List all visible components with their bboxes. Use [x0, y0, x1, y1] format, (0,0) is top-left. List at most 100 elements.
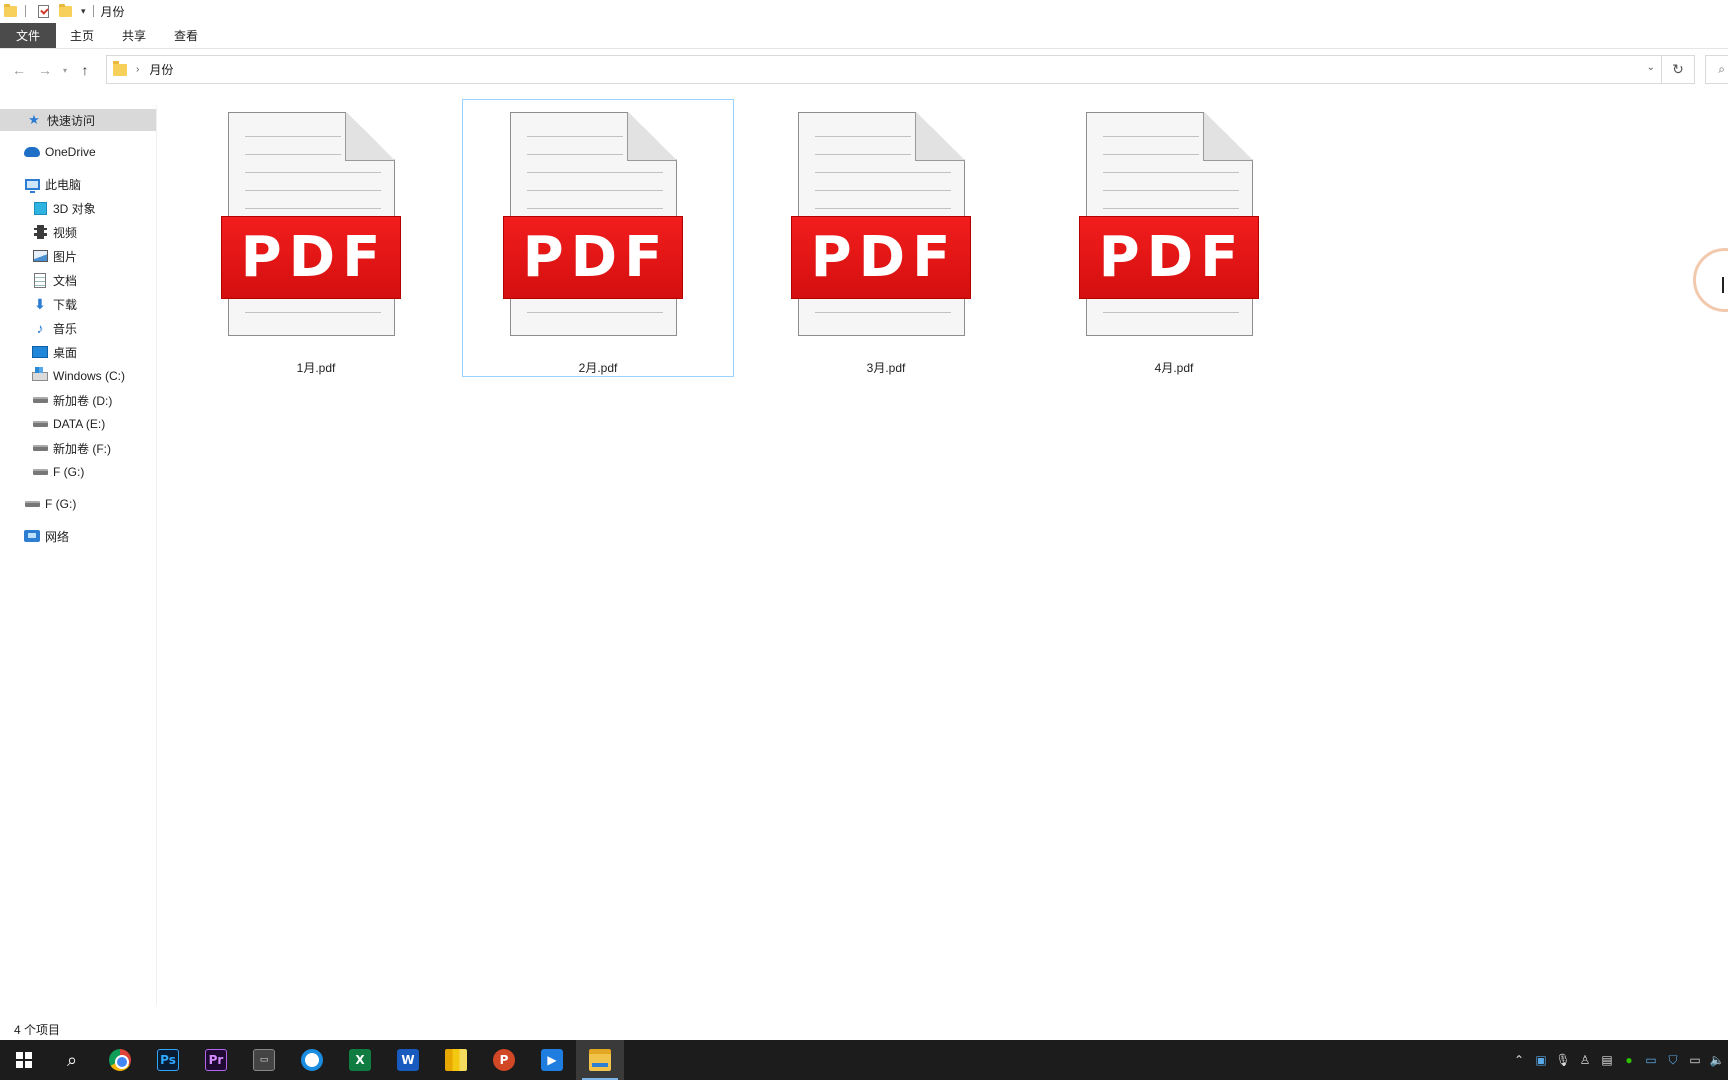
meeting-icon[interactable]: ▶: [528, 1040, 576, 1080]
file-name: 3月.pdf: [866, 361, 906, 375]
excel-icon[interactable]: X: [336, 1040, 384, 1080]
customize-quick-access-dropdown-icon[interactable]: ▾: [81, 6, 86, 17]
sidebar-item-drive-d[interactable]: 新加卷 (D:): [0, 389, 156, 411]
pdf-badge: PDF: [503, 216, 683, 299]
sidebar-item-onedrive[interactable]: OneDrive: [0, 141, 156, 163]
sidebar-item-downloads[interactable]: ⬇ 下载: [0, 293, 156, 315]
sidebar-item-label: 3D 对象: [53, 201, 96, 216]
sidebar-item-documents[interactable]: 文档: [0, 269, 156, 291]
sidebar-item-3d-objects[interactable]: 3D 对象: [0, 197, 156, 219]
tab-file[interactable]: 文件: [0, 23, 57, 48]
sidebar-item-label: 网络: [45, 529, 70, 544]
network-icon: [24, 528, 40, 544]
cloud-icon: [24, 144, 40, 160]
separator: [25, 5, 26, 17]
tab-share[interactable]: 共享: [108, 23, 160, 48]
show-hidden-icons-chevron-icon[interactable]: ⌃: [1508, 1040, 1530, 1080]
powerpoint-icon[interactable]: P: [480, 1040, 528, 1080]
security-shield-icon[interactable]: ⛉: [1662, 1040, 1684, 1080]
folder-icon: [2, 3, 18, 19]
breadcrumb-current[interactable]: 月份: [149, 61, 173, 78]
system-drive-icon: [32, 366, 48, 384]
pdf-file-icon: PDF: [503, 112, 683, 338]
sidebar-item-drive-g[interactable]: F (G:): [0, 461, 156, 483]
word-icon[interactable]: W: [384, 1040, 432, 1080]
network-status-icon[interactable]: ▭: [1684, 1040, 1706, 1080]
video-app-icon[interactable]: ▭: [1640, 1040, 1662, 1080]
sidebar-item-label: 视频: [53, 225, 78, 240]
sidebar-item-this-pc[interactable]: 此电脑: [0, 173, 156, 195]
sidebar-item-drive-g-removable[interactable]: F (G:): [0, 493, 156, 515]
forward-arrow-icon[interactable]: →: [32, 57, 58, 83]
address-history-chevron-icon[interactable]: ⌄: [1647, 62, 1655, 73]
sidebar-item-drive-f[interactable]: 新加卷 (F:): [0, 437, 156, 459]
refresh-icon[interactable]: ↻: [1662, 55, 1695, 84]
windows-start-icon[interactable]: [0, 1040, 48, 1080]
power-bi-icon[interactable]: [432, 1040, 480, 1080]
sidebar-item-music[interactable]: ♪ 音乐: [0, 317, 156, 339]
drive-icon: [32, 440, 48, 456]
tab-home[interactable]: 主页: [56, 23, 108, 48]
sidebar-item-pictures[interactable]: 图片: [0, 245, 156, 267]
ribbon-tabs: 文件 主页 共享 查看: [0, 23, 1728, 49]
sidebar-item-quick-access[interactable]: ★ 快速访问: [0, 109, 156, 131]
file-name: 4月.pdf: [1154, 361, 1194, 375]
sidebar-item-drive-e[interactable]: DATA (E:): [0, 413, 156, 435]
sidebar-item-label: OneDrive: [45, 145, 96, 159]
file-name: 2月.pdf: [578, 361, 618, 375]
picture-icon: [32, 248, 48, 264]
address-bar[interactable]: › 月份 ⌄: [106, 55, 1662, 84]
sidebar-item-label: 快速访问: [47, 113, 96, 128]
pdf-file-icon: PDF: [791, 112, 971, 338]
pdf-badge: PDF: [791, 216, 971, 299]
sidebar-item-label: DATA (E:): [53, 417, 106, 431]
chevron-right-icon[interactable]: ›: [136, 64, 139, 75]
sidebar-item-drive-c[interactable]: Windows (C:): [0, 365, 156, 387]
status-bar: 4 个项目: [0, 1018, 1728, 1040]
sidebar-item-label: 文档: [53, 273, 78, 288]
file-list: PDF 1月.pdf PDF 2月.pdf PDF 3月.pdf PDF 4月.…: [158, 95, 1728, 995]
document-icon: [32, 272, 48, 288]
new-folder-icon[interactable]: [57, 3, 73, 19]
cloud-sync-icon[interactable]: ▣: [1530, 1040, 1552, 1080]
chrome-icon[interactable]: [96, 1040, 144, 1080]
file-explorer-icon[interactable]: [576, 1040, 624, 1080]
download-icon: ⬇: [34, 295, 46, 312]
sidebar-item-label: F (G:): [53, 465, 85, 479]
file-item[interactable]: PDF 3月.pdf: [750, 99, 1022, 377]
wechat-icon[interactable]: ●: [1618, 1040, 1640, 1080]
file-item[interactable]: PDF 4月.pdf: [1038, 99, 1310, 377]
volume-icon[interactable]: 🔈: [1706, 1040, 1728, 1080]
terminal-icon[interactable]: ▭: [240, 1040, 288, 1080]
file-item-selected[interactable]: PDF 2月.pdf: [462, 99, 734, 377]
sidebar-item-desktop[interactable]: 桌面: [0, 341, 156, 363]
sidebar-item-label: Windows (C:): [53, 369, 126, 383]
qq-browser-icon[interactable]: [288, 1040, 336, 1080]
sidebar-item-label: 桌面: [53, 345, 78, 360]
sidebar-item-label: 新加卷 (F:): [53, 441, 111, 456]
back-arrow-icon[interactable]: ←: [6, 57, 32, 83]
device-icon[interactable]: ▤: [1596, 1040, 1618, 1080]
premiere-icon[interactable]: Pr: [192, 1040, 240, 1080]
properties-icon[interactable]: [35, 3, 51, 19]
mouse-cursor-icon: [1722, 277, 1728, 293]
up-arrow-icon[interactable]: ↑: [72, 57, 98, 83]
navigation-pane: ★ 快速访问 OneDrive 此电脑 3D 对象 视频 图片 文档 ⬇ 下载 …: [0, 105, 157, 1005]
pdf-badge: PDF: [221, 216, 401, 299]
microphone-icon[interactable]: 🎙: [1552, 1040, 1574, 1080]
pdf-file-icon: PDF: [221, 112, 401, 338]
sidebar-item-label: 新加卷 (D:): [53, 393, 113, 408]
desktop-icon: [32, 344, 48, 360]
system-tray: ⌃ ▣ 🎙 ♙ ▤ ● ▭ ⛉ ▭ 🔈: [1508, 1040, 1728, 1080]
tab-view[interactable]: 查看: [160, 23, 212, 48]
file-item[interactable]: PDF 1月.pdf: [180, 99, 452, 377]
sidebar-item-label: 图片: [53, 249, 78, 264]
search-input[interactable]: ⌕: [1705, 55, 1728, 84]
drive-icon: [24, 496, 40, 512]
sidebar-item-videos[interactable]: 视频: [0, 221, 156, 243]
recent-locations-chevron-icon[interactable]: ▾: [58, 57, 72, 83]
photoshop-icon[interactable]: Ps: [144, 1040, 192, 1080]
sidebar-item-network[interactable]: 网络: [0, 525, 156, 547]
qq-icon[interactable]: ♙: [1574, 1040, 1596, 1080]
search-icon[interactable]: ⌕: [48, 1040, 96, 1080]
